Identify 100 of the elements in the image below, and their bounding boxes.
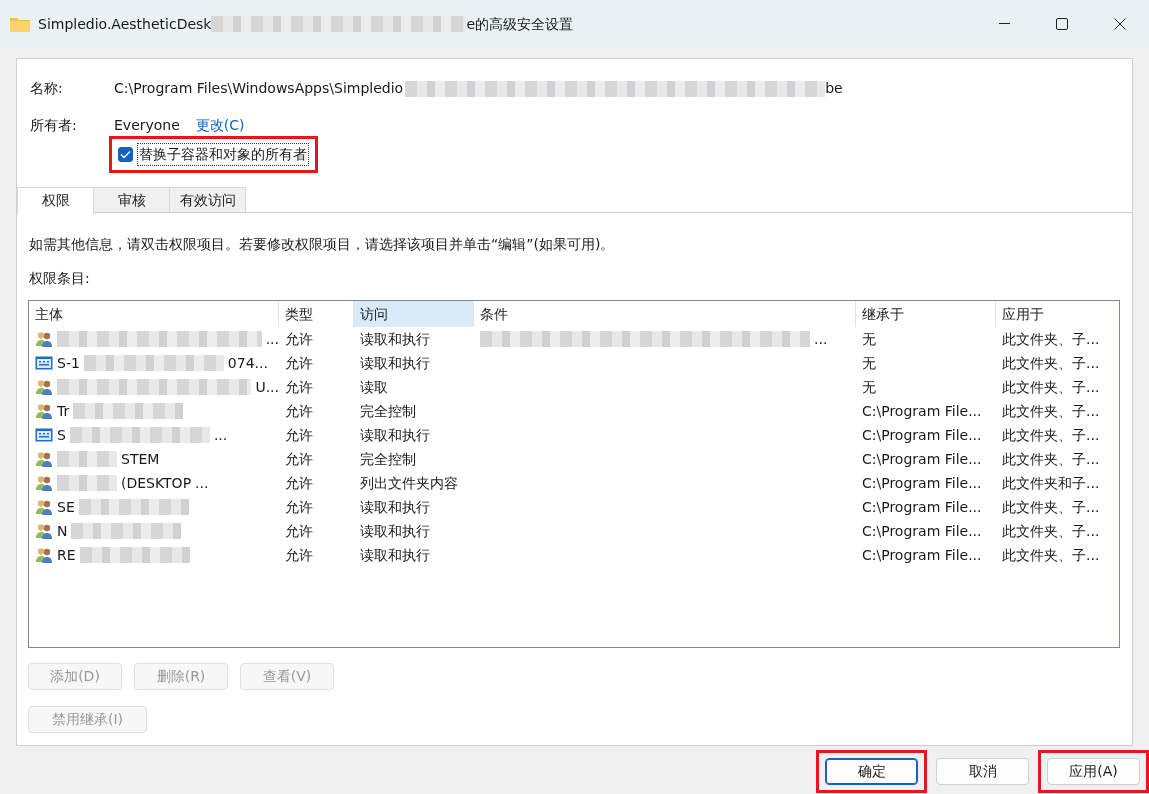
table-cell-text: C:\Program File... [862, 425, 982, 445]
principal-name: Tr [57, 401, 70, 421]
users-icon [35, 523, 53, 539]
table-cell-text: 允许 [285, 425, 313, 445]
computer-icon [35, 428, 53, 442]
column-header[interactable]: 条件 [474, 301, 856, 327]
table-row[interactable]: N 允许 读取和执行 C:\Program File... 此文件夹、子... [29, 519, 1119, 543]
dialog-button[interactable]: 取消 [936, 758, 1029, 785]
table-cell-text: 允许 [285, 329, 313, 349]
table-cell-text: C:\Program File... [862, 449, 982, 469]
principal-name: ... [213, 425, 228, 445]
table-row[interactable]: Tr 允许 完全控制 C:\Program File... 此文件夹、子... [29, 399, 1119, 423]
table-cell-text: 无 [862, 353, 876, 373]
table-cell-text: 读取和执行 [360, 545, 430, 565]
principal-name: (DESKTOP [121, 473, 192, 493]
table-cell-text: C:\Program File... [862, 545, 982, 565]
table-cell-text: 此文件夹和子... [1002, 473, 1100, 493]
table-cell-text: 此文件夹、子... [1002, 425, 1100, 445]
minimize-icon [998, 23, 1010, 25]
field-label: 名称: [30, 79, 64, 98]
owner-value: Everyone [114, 116, 180, 135]
users-icon [35, 499, 53, 515]
table-cell-text: C:\Program File... [862, 521, 982, 541]
table-row[interactable]: STEM 允许 完全控制 C:\Program File... 此文件夹、子... [29, 447, 1119, 471]
principal-name: U... [255, 377, 279, 397]
table-cell-text: 读取和执行 [360, 329, 430, 349]
users-icon [35, 403, 53, 419]
principal-name: ... [265, 329, 279, 349]
table-cell-text: 读取和执行 [360, 521, 430, 541]
table-cell-text: 允许 [285, 449, 313, 469]
column-header[interactable]: 继承于 [856, 301, 996, 327]
users-icon [35, 475, 53, 491]
table-cell-text: 读取和执行 [360, 425, 430, 445]
table-row[interactable]: S ... 允许 读取和执行 C:\Program File... 此文件夹、子... [29, 423, 1119, 447]
column-header[interactable]: 访问 [354, 301, 474, 327]
dialog-button[interactable]: 应用(A) [1047, 758, 1140, 785]
checkbox[interactable] [118, 147, 133, 162]
section-label: 权限条目: [28, 269, 91, 288]
table-cell-text: C:\Program File... [862, 497, 982, 517]
principal-name: S-1 [57, 353, 80, 373]
table-row[interactable]: SE 允许 读取和执行 C:\Program File... 此文件夹、子... [29, 495, 1119, 519]
change-link[interactable]: 更改(C) [195, 115, 245, 136]
tab[interactable]: 权限 [17, 187, 94, 214]
table-cell-text: 完全控制 [360, 401, 416, 421]
table-cell-text: 此文件夹、子... [1002, 545, 1100, 565]
table-cell-text: 此文件夹、子... [1002, 377, 1100, 397]
principal-name: RE [57, 545, 76, 565]
table-cell-text: 此文件夹、子... [1002, 521, 1100, 541]
table-cell-text: 读取和执行 [360, 353, 430, 373]
column-header[interactable]: 主体 [29, 301, 279, 327]
table-cell-text: 允许 [285, 473, 313, 493]
table-cell-text: 此文件夹、子... [1002, 353, 1100, 373]
principal-name: STEM [121, 449, 160, 469]
maximize-icon [1056, 18, 1068, 30]
table-cell-text: 无 [862, 329, 876, 349]
principal-name: 074... [227, 353, 268, 373]
computer-icon [35, 356, 53, 370]
table-cell-text: ... [814, 329, 828, 349]
name-value: be [825, 79, 843, 98]
tab[interactable]: 审核 [93, 187, 170, 212]
table-cell-text: 允许 [285, 497, 313, 517]
users-icon [35, 331, 53, 347]
folder-icon [10, 16, 30, 32]
users-icon [35, 379, 53, 395]
table-cell-text: 读取 [360, 377, 388, 397]
dialog-button[interactable]: 确定 [825, 758, 918, 785]
info-text: 如需其他信息，请双击权限项目。若要修改权限项目，请选择该项目并单击“编辑”(如果可用)。 [28, 235, 616, 254]
field-label: 所有者: [30, 116, 78, 135]
users-icon [35, 451, 53, 467]
table-cell-text: 允许 [285, 401, 313, 421]
table-row[interactable]: RE 允许 读取和执行 C:\Program File... 此文件夹、子... [29, 543, 1119, 567]
table-cell-text: 允许 [285, 377, 313, 397]
table-cell-text: 此文件夹、子... [1002, 449, 1100, 469]
checkbox-label[interactable]: 替换子容器和对象的所有者 [136, 143, 309, 166]
table-cell-text: 无 [862, 377, 876, 397]
table-cell-text: 允许 [285, 353, 313, 373]
principal-name: N [57, 521, 68, 541]
window-title: e的高级安全设置 [466, 14, 574, 34]
table-row[interactable]: S-1 074... 允许 读取和执行 无 此文件夹、子... [29, 351, 1119, 375]
table-row[interactable]: (DESKTOP ... 允许 列出文件夹内容 C:\Program File... 此文件夹和子... [29, 471, 1119, 495]
table-cell-text: C:\Program File... [862, 473, 982, 493]
users-icon [35, 547, 53, 563]
principal-name: S [57, 425, 66, 445]
table-cell-text: 此文件夹、子... [1002, 497, 1100, 517]
principal-name: ... [195, 473, 209, 493]
close-icon [1114, 18, 1126, 30]
table-cell-text: 读取和执行 [360, 497, 430, 517]
name-value: C:\Program Files\WindowsApps\Simpledio [114, 79, 404, 98]
column-header[interactable]: 应用于 [996, 301, 1118, 327]
table-row[interactable]: U... 允许 读取 无 此文件夹、子... [29, 375, 1119, 399]
table-row[interactable]: ... 允许 读取和执行 ... 无 此文件夹、子... [29, 327, 1119, 351]
table-cell-text: C:\Program File... [862, 401, 982, 421]
table-cell-text: 列出文件夹内容 [360, 473, 458, 493]
window-title: Simpledio.AestheticDesk [38, 14, 212, 34]
table-cell-text: 完全控制 [360, 449, 416, 469]
table-cell-text: 允许 [285, 545, 313, 565]
table-cell-text: 允许 [285, 521, 313, 541]
table-cell-text: 此文件夹、子... [1002, 329, 1100, 349]
table-cell-text: 此文件夹、子... [1002, 401, 1100, 421]
tab[interactable]: 有效访问 [169, 187, 246, 212]
